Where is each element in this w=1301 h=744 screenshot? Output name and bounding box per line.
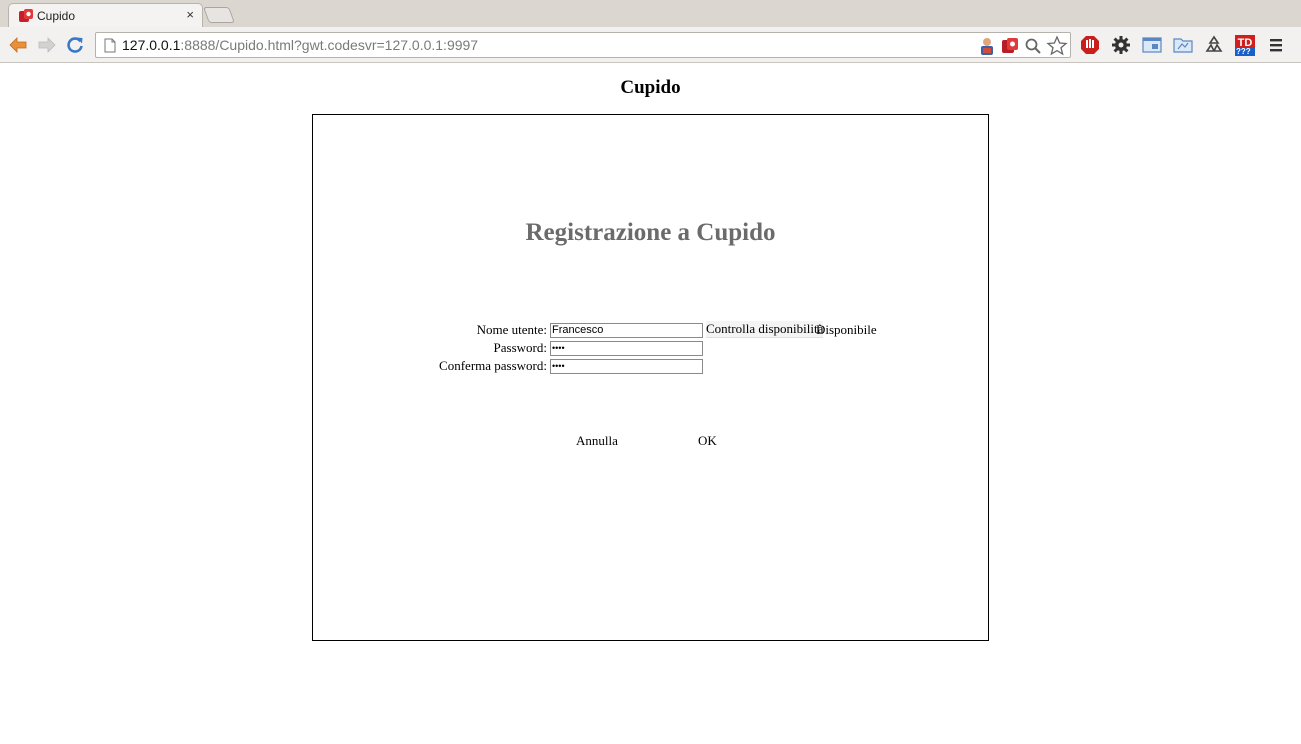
extension-badge: ??? [1236, 47, 1251, 56]
tab-close-icon[interactable]: × [186, 7, 194, 22]
ok-button[interactable]: OK [698, 433, 717, 449]
back-button[interactable] [7, 34, 29, 56]
password-input[interactable]: •••• [550, 341, 703, 356]
new-tab-button[interactable] [203, 7, 235, 23]
url-path: :8888/Cupido.html?gwt.codesvr=127.0.0.1:… [180, 37, 479, 53]
extensions-bar: TD ??? [1078, 32, 1288, 58]
chrome-menu-button[interactable] [1264, 33, 1288, 57]
tab-title: Cupido [37, 9, 76, 23]
bookmark-star-icon[interactable] [1046, 35, 1068, 57]
forward-button[interactable] [36, 34, 58, 56]
window-icon [1142, 37, 1162, 53]
username-input[interactable]: Francesco [550, 323, 703, 338]
confirm-password-label-cell: Conferma password: [313, 358, 547, 374]
user-agent-icon[interactable] [977, 36, 997, 56]
password-label-cell: Password: [313, 340, 547, 356]
username-label: Nome utente: [476, 322, 547, 337]
url-text: 127.0.0.1:8888/Cupido.html?gwt.codesvr=1… [122, 37, 478, 53]
extension-window[interactable] [1140, 33, 1164, 57]
registration-panel: Registrazione a Cupido Nome utente: Fran… [312, 114, 989, 641]
recycle-icon [1205, 35, 1223, 52]
form-heading: Registrazione a Cupido [525, 219, 776, 246]
confirm-password-label: Conferma password: [439, 358, 547, 373]
browser-tab[interactable]: Cupido × [8, 3, 203, 27]
confirm-password-input[interactable]: •••• [550, 359, 703, 374]
extension-folder[interactable] [1171, 33, 1195, 57]
extension-settings[interactable] [1109, 33, 1133, 57]
address-bar[interactable]: 127.0.0.1:8888/Cupido.html?gwt.codesvr=1… [95, 32, 1071, 58]
extension-recycle[interactable] [1202, 33, 1226, 57]
gwt-dev-mode-icon[interactable] [1000, 36, 1020, 56]
availability-status: Disponibile [816, 322, 877, 337]
folder-icon [1173, 38, 1193, 53]
gear-icon [1112, 36, 1130, 54]
reload-icon [67, 37, 83, 53]
extension-adblock[interactable] [1078, 33, 1102, 57]
url-host: 127.0.0.1 [122, 37, 181, 53]
reload-button[interactable] [64, 34, 86, 56]
hamburger-menu-icon [1270, 39, 1282, 52]
forward-arrow-icon [38, 37, 56, 53]
tab-strip: Cupido × [0, 0, 1301, 27]
back-arrow-icon [9, 37, 27, 53]
page-icon [104, 38, 116, 53]
stop-sign-icon [1081, 36, 1099, 54]
cupido-favicon-icon [19, 9, 33, 22]
username-label-cell: Nome utente: [313, 322, 547, 338]
check-availability-button[interactable]: Controlla disponibilità [706, 321, 824, 338]
cancel-button[interactable]: Annulla [576, 433, 618, 449]
page-title: Cupido [620, 77, 681, 98]
omnibox-icons [977, 35, 1068, 57]
password-label: Password: [493, 340, 547, 355]
extension-td[interactable]: TD ??? [1233, 33, 1257, 57]
zoom-icon[interactable] [1023, 36, 1043, 56]
browser-toolbar: 127.0.0.1:8888/Cupido.html?gwt.codesvr=1… [0, 27, 1301, 63]
